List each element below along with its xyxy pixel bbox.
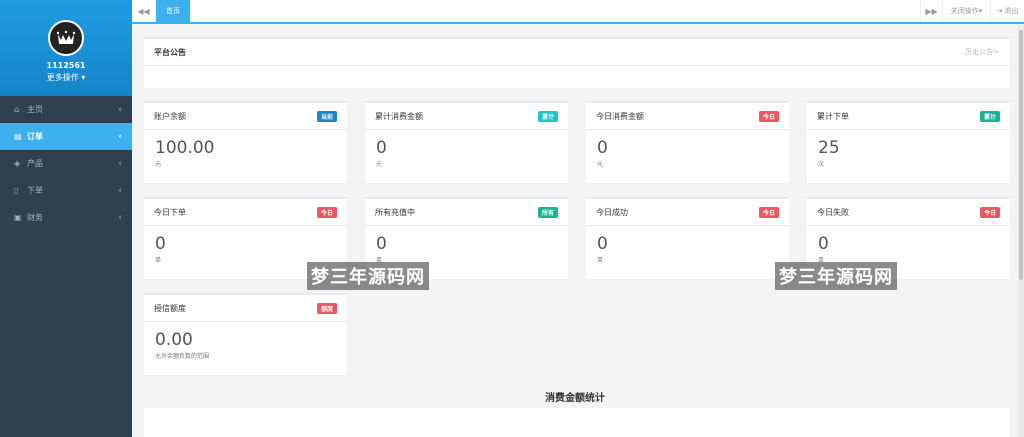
chevron-left-icon: ‹ [118,158,122,169]
stat-card-title: 今日下单 [154,207,186,217]
stat-card-badge: 今日 [979,206,1000,218]
money-icon: ▣ [14,213,22,222]
stat-card-value: 25 [818,138,840,158]
stat-card: 累计消费金额 累计 0 元 [365,101,568,183]
sidebar-item-label: 产品 [27,159,43,168]
stat-card-value: 0 [597,234,608,254]
stat-card: 今日成功 今日 0 单 [586,197,789,279]
stat-card-title: 今日成功 [596,207,628,217]
stat-card-badge: 今日 [316,206,337,218]
stat-card-badge: 今日 [758,110,779,122]
stat-card-value: 0 [155,234,166,254]
notice-title: 平台公告 [154,47,186,57]
sidebar-item-place-order[interactable]: ▯ 下单 ‹ [0,177,132,204]
stat-card-title: 所有充值中 [375,207,415,217]
stat-card-unit: 元 [155,161,162,168]
double-right-icon: ▶▶ [925,6,938,16]
double-left-icon: ◀◀ [137,6,150,16]
close-ops-dropdown[interactable]: 关闭操作 ▾ [942,0,990,22]
crown-icon [53,25,79,51]
stat-card: 授信额度 额度 0.00 允许余额负数的范围 [144,293,347,375]
cube-icon: ◈ [14,159,21,168]
stat-card-value: 0.00 [155,330,193,350]
section-title: 消费金额统计 [545,393,605,404]
watermark: 梦三年源码网 [307,262,429,290]
stat-card-value: 0 [376,234,387,254]
notice-panel: 平台公告 历史公告> [144,37,1009,88]
stat-card-unit: 元 [376,161,383,168]
more-ops-dropdown[interactable]: 更多操作 ▾ [0,72,132,83]
sidebar-item-label: 下单 [27,186,43,195]
profile-area: 1112561 更多操作 ▾ [0,0,132,96]
stat-card-value: 0 [818,234,829,254]
scroll-thumb[interactable] [1019,30,1023,280]
logout-button[interactable]: ⇥ 退出 [990,0,1024,22]
stat-card-badge: 累计 [537,110,558,122]
stat-card-title: 今日失败 [817,207,849,217]
stat-card-value: 100.00 [155,138,215,158]
file-icon: ▯ [14,186,19,195]
sidebar-item-finance[interactable]: ▣ 财务 ‹ [0,204,132,231]
home-icon: ⌂ [14,105,20,114]
tab-scroll-left-button[interactable]: ◀◀ [132,0,156,22]
stat-card-title: 累计消费金额 [375,111,423,121]
stat-card-title: 账户余额 [154,111,186,121]
sidebar-item-label: 财务 [27,213,43,222]
stat-card: 累计下单 累计 25 次 [807,101,1010,183]
main-content: 平台公告 历史公告> 账户余额 当前 100.00 元累计消费金额 累计 0 元今日消费金额… [132,26,1018,437]
stat-card-badge: 当前 [316,110,337,122]
document-icon: ▤ [14,132,22,141]
sidebar-item-orders[interactable]: ▤ 订单 ‹ [0,123,132,150]
stat-card-value: 0 [597,138,608,158]
avatar[interactable] [48,20,84,56]
sidebar-item-label: 主页 [27,105,43,114]
sidebar-item-label: 订单 [27,132,43,141]
sidebar: 1112561 更多操作 ▾ ⌂ 主页 ‹ ▤ 订单 ‹ ◈ 产品 ‹ ▯ 下单… [0,0,132,437]
stat-card-unit: 次 [818,161,825,168]
username: 1112561 [46,61,86,70]
chevron-left-icon: ‹ [118,131,122,142]
sidebar-item-products[interactable]: ◈ 产品 ‹ [0,150,132,177]
tab-home[interactable]: 首页 [156,0,190,22]
stat-card: 账户余额 当前 100.00 元 [144,101,347,183]
chevron-left-icon: ‹ [118,212,122,223]
stat-card-title: 授信额度 [154,303,186,313]
stat-card-badge: 额度 [316,302,337,314]
watermark: 梦三年源码网 [775,262,897,290]
stat-card-badge: 所有 [537,206,558,218]
scrollbar[interactable] [1018,26,1024,437]
stat-card-badge: 今日 [758,206,779,218]
top-bar: ◀◀ 首页 ▶▶ 关闭操作 ▾ ⇥ 退出 [132,0,1024,24]
stat-card-unit: 允许余额负数的范围 [155,353,210,360]
chart-area [144,408,1009,437]
stat-card-title: 今日消费金额 [596,111,644,121]
stat-card-unit: 元 [597,161,604,168]
sidebar-item-home[interactable]: ⌂ 主页 ‹ [0,96,132,123]
stat-card-unit: 单 [597,257,604,264]
stat-card-title: 累计下单 [817,111,849,121]
tab-scroll-right-button[interactable]: ▶▶ [920,0,942,22]
stat-card: 今日消费金额 今日 0 元 [586,101,789,183]
logout-icon: ⇥ [996,7,1003,15]
chevron-left-icon: ‹ [118,104,122,115]
stat-card-value: 0 [376,138,387,158]
notice-history-link[interactable]: 历史公告> [965,47,999,57]
chevron-left-icon: ‹ [118,185,122,196]
stat-card-badge: 累计 [979,110,1000,122]
